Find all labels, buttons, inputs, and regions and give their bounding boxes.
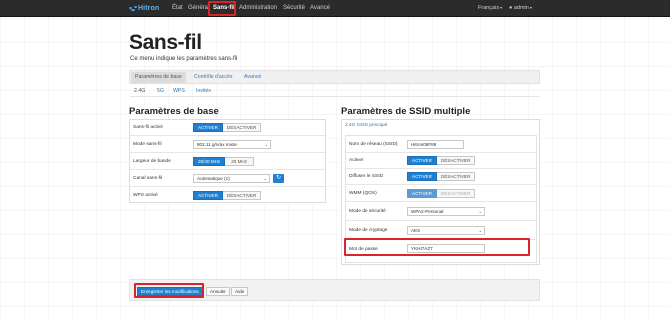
encryption-mode-select[interactable]: AES ⌄ (407, 226, 485, 235)
wmm-on-button: ACTIVER (407, 189, 437, 198)
subtab-invites[interactable]: Invités (196, 86, 211, 96)
basic-settings-title: Paramètres de base (129, 106, 219, 117)
wireless-enabled-toggle: ACTIVER DÉSACTIVER (193, 123, 262, 132)
channel-label: Canal sans-fil (133, 176, 163, 181)
row-ssid-name: Nom de réseau (SSID) Hitron08F88 (346, 136, 536, 153)
wireless-off-button[interactable]: DÉSACTIVER (222, 123, 262, 132)
refresh-icon[interactable]: ↻ (273, 174, 284, 183)
language-selector[interactable]: Français▾ (478, 0, 502, 16)
wireless-mode-label: Mode sans-fil (133, 142, 162, 147)
ssid-broadcast-toggle: ACTIVER DÉSACTIVER (407, 172, 476, 181)
caret-down-icon: ▾ (529, 5, 532, 10)
wmm-toggle: ACTIVER DÉSACTIVER (407, 189, 476, 198)
security-mode-value: WPA2-Personal (411, 209, 444, 214)
channel-select[interactable]: Automatique (1) ⌄ (193, 174, 270, 183)
channel-value: Automatique (1) (197, 176, 230, 181)
subtab-5g[interactable]: 5G (157, 86, 164, 96)
nav-highlight-box (208, 1, 236, 16)
security-mode-select[interactable]: WPA2-Personal ⌄ (407, 207, 485, 216)
wps-enabled-label: WPS activé (133, 193, 158, 198)
top-navbar: Hitron État Général Sans-fil Administrat… (0, 0, 670, 17)
page-subtitle: Ce menu indique les paramètres sans-fil (130, 56, 238, 62)
help-button[interactable]: Aide (231, 287, 249, 296)
chevron-down-icon: ⌄ (263, 176, 267, 181)
ssid-enable-label: Activer (349, 158, 364, 163)
row-ssid-enable: Activer ACTIVER DÉSACTIVER (346, 153, 536, 169)
encryption-mode-label: Mode de cryptage (349, 228, 388, 233)
wireless-enabled-label: Sans-fil activé (133, 125, 163, 130)
page-title: Sans-fil (129, 31, 202, 54)
row-wireless-mode: Mode sans-fil 802.11 g/n/ax mixte ⌄ (130, 136, 325, 153)
nav-item-etat[interactable]: État (172, 0, 183, 16)
ssid-broadcast-on-button[interactable]: ACTIVER (407, 172, 437, 181)
wireless-on-button[interactable]: ACTIVER (193, 123, 223, 132)
ssid-panel-heading: 2.4G SSID principal (345, 123, 388, 128)
row-wmm: WMM (QOS) ACTIVER DÉSACTIVER (346, 185, 536, 202)
nav-item-avance[interactable]: Avancé (310, 0, 330, 16)
row-channel: Canal sans-fil Automatique (1) ⌄ ↻ (130, 170, 325, 187)
wmm-off-button: DÉSACTIVER (436, 189, 476, 198)
chevron-down-icon: ⌄ (478, 228, 482, 233)
tab-parametres-de-base[interactable]: Paramètres de base (131, 72, 186, 83)
bandwidth-20-button[interactable]: 20 MHz (225, 157, 255, 166)
ssid-enable-toggle: ACTIVER DÉSACTIVER (407, 156, 476, 165)
ssid-broadcast-label: Diffuser le SSID (349, 174, 384, 179)
cancel-button[interactable]: Annuler (206, 287, 230, 296)
wireless-mode-value: 802.11 g/n/ax mixte (197, 142, 237, 147)
user-icon: ● (509, 5, 513, 11)
row-wireless-enabled: Sans-fil activé ACTIVER DÉSACTIVER (130, 120, 325, 136)
security-mode-label: Mode de sécurité (349, 209, 386, 214)
bandwidth-label: Largeur de bande (133, 159, 171, 164)
row-bandwidth: Largeur de bande 20/40 MHz 20 MHz (130, 153, 325, 170)
ssid-name-input[interactable]: Hitron08F88 (407, 140, 464, 149)
encryption-mode-value: AES (411, 228, 421, 233)
subtab-divider (130, 96, 540, 97)
brand-name: Hitron (138, 5, 160, 12)
ssid-broadcast-off-button[interactable]: DÉSACTIVER (436, 172, 476, 181)
bandwidth-20-40-button[interactable]: 20/40 MHz (193, 157, 226, 166)
chevron-down-icon: ⌄ (264, 142, 268, 147)
nav-item-administration[interactable]: Administration (239, 0, 277, 16)
wireless-mode-select[interactable]: 802.11 g/n/ax mixte ⌄ (193, 140, 271, 149)
nav-item-general[interactable]: Général (188, 0, 209, 16)
user-name: admin (513, 5, 529, 11)
ssid-enable-on-button[interactable]: ACTIVER (407, 156, 437, 165)
subtab-2-4g[interactable]: 2.4G (134, 86, 145, 96)
user-menu[interactable]: ● admin▾ (509, 0, 532, 16)
save-highlight-box (134, 283, 204, 298)
wps-enabled-toggle: ACTIVER DÉSACTIVER (193, 191, 262, 200)
chevron-down-icon: ⌄ (478, 209, 482, 214)
caret-down-icon: ▾ (500, 5, 503, 10)
bandwidth-toggle: 20/40 MHz 20 MHz (193, 157, 255, 166)
ssid-settings-title: Paramètres de SSID multiple (341, 106, 471, 117)
ssid-name-label: Nom de réseau (SSID) (349, 142, 398, 147)
tab-avance[interactable]: Avancé (240, 72, 265, 83)
basic-settings-panel: Sans-fil activé ACTIVER DÉSACTIVER Mode … (129, 119, 326, 203)
wps-off-button[interactable]: DÉSACTIVER (222, 191, 262, 200)
password-highlight-box (344, 238, 530, 256)
main-tabbar: Paramètres de base Contrôle d'accès Avan… (129, 70, 540, 84)
tab-controle-acces[interactable]: Contrôle d'accès (190, 72, 236, 83)
subtab-wps[interactable]: WPS (173, 86, 185, 96)
hitron-logo[interactable]: Hitron (129, 3, 159, 14)
row-ssid-broadcast: Diffuser le SSID ACTIVER DÉSACTIVER (346, 169, 536, 185)
ssid-enable-off-button[interactable]: DÉSACTIVER (436, 156, 476, 165)
language-label: Français (478, 5, 500, 11)
wmm-label: WMM (QOS) (349, 191, 377, 196)
hitron-logo-icon (129, 5, 137, 12)
nav-item-securite[interactable]: Sécurité (283, 0, 305, 16)
row-wps-enabled: WPS activé ACTIVER DÉSACTIVER (130, 187, 325, 204)
wps-on-button[interactable]: ACTIVER (193, 191, 223, 200)
row-security-mode: Mode de sécurité WPA2-Personal ⌄ (346, 202, 536, 221)
